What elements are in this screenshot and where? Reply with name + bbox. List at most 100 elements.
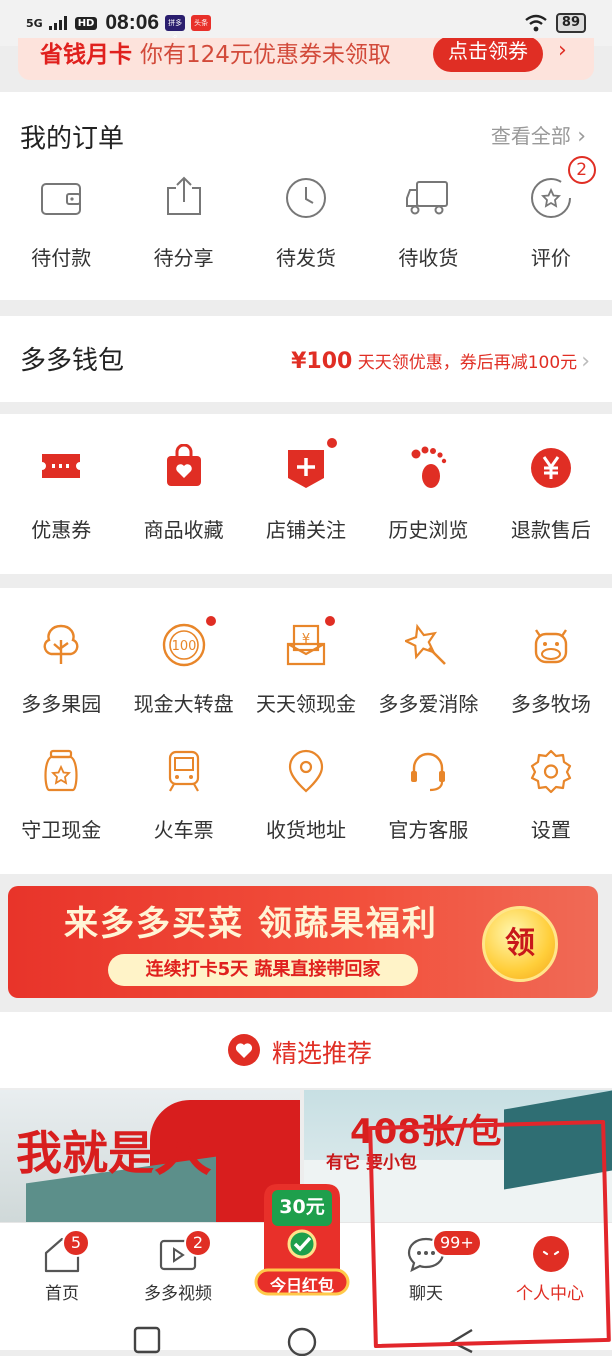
yen-circle-icon — [530, 448, 571, 488]
battery-indicator: 89 — [555, 13, 586, 33]
quick-label: 店铺关注 — [266, 518, 347, 542]
wifi-icon — [525, 14, 547, 32]
video-badge: 2 — [184, 1229, 212, 1257]
location-icon — [288, 749, 324, 793]
wallet-promo[interactable]: ¥100 天天领优惠，券后再减100元 › — [291, 348, 590, 374]
tree-icon — [43, 624, 79, 664]
highlight-annotation — [368, 1119, 611, 1349]
services-row-2: 守卫现金 火车票 收货地址 官方客服 设置 — [0, 748, 612, 848]
quick-actions-row: 优惠券 商品收藏 店铺关注 历史浏览 退款售后 — [0, 436, 612, 560]
banner-title: 来多多买菜 领蔬果福利 — [64, 904, 438, 944]
headset-icon — [411, 752, 446, 792]
hd-badge: HD — [74, 16, 98, 30]
wallet-promo-text: 天天领优惠，券后再减100元 — [357, 353, 578, 373]
grocery-promo-banner[interactable]: 来多多买菜 领蔬果福利 连续打卡5天 蔬果直接带回家 领 — [8, 886, 598, 998]
service-label: 设置 — [530, 818, 571, 842]
quick-label: 退款售后 — [510, 518, 591, 542]
tab-red-packet[interactable]: 30元 今日红包 — [254, 1178, 350, 1296]
heart-icon — [228, 1034, 260, 1066]
red-packet-amount: 30元 — [279, 1196, 325, 1218]
shop-plus-icon — [288, 450, 325, 488]
order-pending-share[interactable]: 待分享 — [122, 170, 244, 280]
status-time: 08:06 — [105, 11, 160, 34]
quick-label: 优惠券 — [31, 518, 92, 542]
service-label: 天天领现金 — [256, 692, 357, 716]
gear-icon — [530, 749, 571, 794]
cash-wheel-entry[interactable]: 100 现金大转盘 — [122, 614, 244, 722]
services-row-1: 多多果园 100 现金大转盘 ¥ 天天领现金 多多爱消除 多多牧场 — [0, 614, 612, 722]
order-label: 待收货 — [398, 246, 459, 270]
promo-title: 省钱月卡 你有124元优惠券未领取 — [40, 42, 391, 68]
daily-cash-entry[interactable]: ¥ 天天领现金 — [245, 614, 367, 722]
browse-history-entry[interactable]: 历史浏览 — [367, 440, 489, 560]
order-pending-receipt[interactable]: 待收货 — [367, 170, 489, 280]
jar-star-icon — [44, 749, 78, 792]
svg-text:100: 100 — [171, 639, 196, 654]
service-label: 多多爱消除 — [378, 692, 479, 716]
coupon-icon — [42, 454, 81, 478]
order-pending-payment[interactable]: 待付款 — [0, 170, 122, 280]
app-notification-icon: 拼多多 — [165, 15, 186, 43]
tab-label: 首页 — [45, 1284, 79, 1304]
order-label: 待付款 — [31, 246, 92, 270]
monthly-card-promo[interactable]: 省钱月卡 你有124元优惠券未领取 点击领券 › — [18, 38, 594, 80]
home-badge: 5 — [62, 1229, 90, 1257]
order-label: 评价 — [530, 246, 571, 270]
tab-label: 多多视频 — [144, 1284, 212, 1304]
cash-envelope-icon: ¥ — [286, 624, 326, 666]
tab-home[interactable]: 5 首页 — [0, 1223, 124, 1311]
coupons-entry[interactable]: 优惠券 — [0, 440, 122, 560]
wallet-icon — [41, 183, 82, 215]
shipping-address-entry[interactable]: 收货地址 — [245, 748, 367, 848]
quick-label: 历史浏览 — [388, 518, 469, 542]
followed-shops-entry[interactable]: 店铺关注 — [245, 436, 367, 560]
customer-service-entry[interactable]: 官方客服 — [367, 748, 489, 848]
recommend-title: 精选推荐 — [272, 1039, 373, 1068]
wheel-100-icon: 100 — [162, 623, 205, 667]
view-all-orders-link[interactable]: 查看全部 › — [491, 120, 586, 149]
match-game-entry[interactable]: 多多爱消除 — [367, 622, 489, 722]
chevron-right-icon: › — [558, 38, 567, 63]
news-notification-icon: 头条 — [191, 15, 212, 31]
clock-icon — [286, 178, 327, 218]
ranch-entry[interactable]: 多多牧场 — [490, 622, 612, 722]
claim-badge-button[interactable]: 领 — [482, 906, 558, 982]
service-label: 多多果园 — [21, 692, 102, 716]
bag-heart-icon — [166, 444, 201, 486]
orchard-entry[interactable]: 多多果园 — [0, 622, 122, 722]
chevron-right-icon: › — [581, 349, 590, 374]
train-icon — [168, 750, 199, 792]
share-icon — [166, 176, 201, 215]
order-label: 待分享 — [153, 246, 214, 270]
claim-coupon-button[interactable]: 点击领券 — [433, 38, 543, 72]
service-label: 收货地址 — [266, 818, 347, 842]
new-dot — [322, 614, 337, 628]
favorites-entry[interactable]: 商品收藏 — [122, 440, 244, 560]
service-label: 火车票 — [153, 818, 214, 842]
orders-title: 我的订单 — [20, 124, 125, 154]
settings-entry[interactable]: 设置 — [490, 748, 612, 848]
review-star-icon — [530, 178, 571, 218]
service-label: 现金大转盘 — [133, 692, 234, 716]
home-nav-icon[interactable] — [286, 1326, 318, 1356]
refund-service-entry[interactable]: 退款售后 — [490, 440, 612, 560]
cow-icon — [534, 629, 568, 664]
truck-icon — [406, 181, 449, 215]
order-status-row: 待付款 待分享 待发货 待收货 2 评价 — [0, 156, 612, 280]
service-label: 守卫现金 — [21, 818, 102, 842]
quick-label: 商品收藏 — [143, 518, 224, 542]
tab-video[interactable]: 2 多多视频 — [116, 1223, 240, 1311]
guard-cash-entry[interactable]: 守卫现金 — [0, 748, 122, 848]
signal-indicator: 5G — [26, 16, 43, 30]
star-wand-icon — [405, 623, 447, 665]
signal-bars-icon — [48, 16, 67, 30]
red-packet-label: 今日红包 — [269, 1276, 334, 1295]
order-pending-shipment[interactable]: 待发货 — [245, 170, 367, 280]
recommend-header: 精选推荐 — [0, 1012, 612, 1088]
wallet-title: 多多钱包 — [20, 346, 125, 376]
new-dot — [324, 436, 339, 450]
order-review[interactable]: 2 评价 — [490, 156, 612, 280]
promo-text: 你有124元优惠券未领取 — [140, 42, 391, 68]
banner-subtitle: 连续打卡5天 蔬果直接带回家 — [108, 954, 418, 986]
train-tickets-entry[interactable]: 火车票 — [122, 748, 244, 848]
